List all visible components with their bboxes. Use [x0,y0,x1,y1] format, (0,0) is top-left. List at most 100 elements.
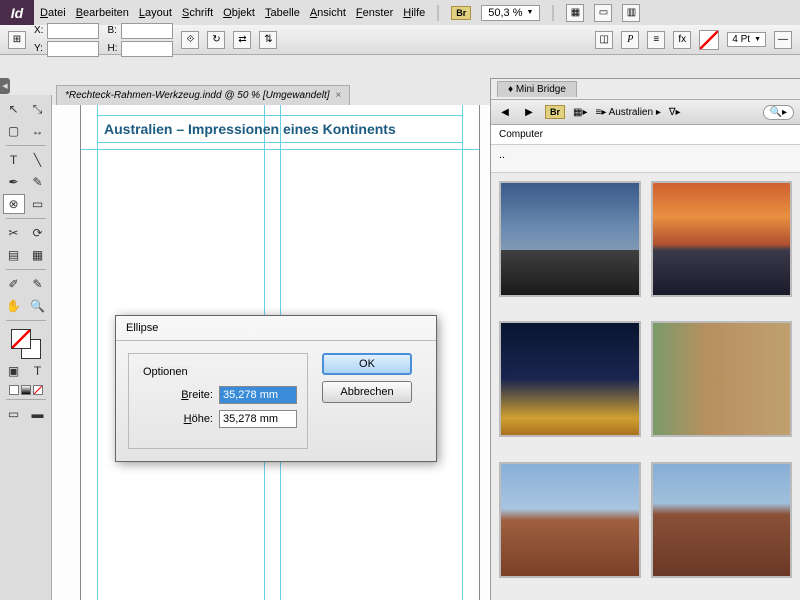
pencil-tool[interactable]: ✎ [27,172,49,192]
dialog-title: Ellipse [116,316,436,341]
hoehe-label: Höhe: [184,413,213,425]
menu-layout[interactable]: Layout [139,7,172,19]
ellipse-frame-tool[interactable]: ⊗ [3,194,25,214]
bridge-toolbar: ◀ ▶ Br ▦▸ ≡▸ Australien ▸ ∇▸ 🔍▸ [491,99,800,125]
gradient-swatch-tool[interactable]: ▤ [3,245,25,265]
breite-label: Breite: [181,389,213,401]
chevron-down-icon: ▼ [527,9,534,16]
apply-gradient-icon[interactable] [21,385,31,395]
x-input[interactable] [47,23,99,39]
effects-icon[interactable]: fx [673,31,691,49]
menu-objekt[interactable]: Objekt [223,7,255,19]
select-container-icon[interactable]: ◫ [595,31,613,49]
thumbnail-grid [491,173,800,600]
breite-input[interactable] [219,386,297,404]
bridge-button[interactable]: Br [451,6,471,20]
guide [462,105,463,600]
transform-tool[interactable]: ⟳ [27,223,49,243]
close-tab-icon[interactable]: × [336,90,342,101]
direct-selection-tool[interactable]: ⤡ [27,99,49,119]
rotate-icon[interactable]: ↻ [207,31,225,49]
view-mode-normal-icon[interactable]: ▭ [3,404,25,424]
menu-bar: Datei Bearbeiten Layout Schrift Objekt T… [34,0,800,25]
eyedropper-tool[interactable]: ✎ [27,274,49,294]
bridge-icon[interactable]: Br [545,105,565,119]
menu-fenster[interactable]: Fenster [356,7,393,19]
fill-stroke-swatch[interactable] [11,329,41,359]
text-format-icon[interactable]: T [27,361,49,381]
selection-tool[interactable]: ↖ [3,99,25,119]
gap-tool[interactable]: ↔ [27,121,49,141]
menu-datei[interactable]: Datei [40,7,66,19]
menu-tabelle[interactable]: Tabelle [265,7,300,19]
note-tool[interactable]: ✐ [3,274,25,294]
zoom-tool[interactable]: 🔍 [27,296,49,316]
menu-hilfe[interactable]: Hilfe [403,7,425,19]
stroke-weight-select[interactable]: 4 Pt▼ [727,32,766,47]
paragraph-icon[interactable]: P [621,31,639,49]
view-mode-preview-icon[interactable]: ▬ [27,404,49,424]
panel-collapse-tab[interactable]: ◀ [0,78,10,94]
view-icon[interactable]: ▦▸ [573,107,587,118]
h-input[interactable] [121,41,173,57]
b-input[interactable] [121,23,173,39]
nav-back-icon[interactable]: ◀ [497,104,513,120]
menu-ansicht[interactable]: Ansicht [310,7,346,19]
search-input[interactable]: 🔍▸ [763,105,794,120]
screen-mode-icon[interactable]: ▭ [594,4,612,22]
y-input[interactable] [47,41,99,57]
flip-v-icon[interactable]: ⇅ [259,31,277,49]
thumbnail[interactable] [499,321,641,437]
panel-tabs: ♦ Mini Bridge [491,79,800,99]
separator [552,5,554,21]
link-icon[interactable]: ⟐ [181,31,199,49]
view-options-icon[interactable]: ▦ [566,4,584,22]
title-frame[interactable]: Australien – Impressionen eines Kontinen… [97,115,463,143]
hand-tool[interactable]: ✋ [3,296,25,316]
apply-none-icon[interactable] [33,385,43,395]
document-tab[interactable]: *Rechteck-Rahmen-Werkzeug.indd @ 50 % [U… [56,85,350,105]
tool-panel: ↖ ⤡ ▢ ↔ T ╲ ✒ ✎ ⊗ ▭ ✂ ⟳ ▤ ▦ ✐ ✎ ✋ 🔍 ▣ T [0,95,52,600]
scissors-tool[interactable]: ✂ [3,223,25,243]
thumbnail[interactable] [499,181,641,297]
stroke-style-icon[interactable]: — [774,31,792,49]
bridge-parent-link[interactable]: .. [491,145,800,173]
nav-forward-icon[interactable]: ▶ [521,104,537,120]
container-format-icon[interactable]: ▣ [3,361,25,381]
type-tool[interactable]: T [3,150,25,170]
options-fieldset: Optionen Breite: Höhe: [128,353,308,449]
rectangle-tool[interactable]: ▭ [27,194,49,214]
gradient-feather-tool[interactable]: ▦ [27,245,49,265]
hoehe-input[interactable] [219,410,297,428]
cancel-button[interactable]: Abbrechen [322,381,412,403]
thumbnail[interactable] [651,321,793,437]
menu-schrift[interactable]: Schrift [182,7,213,19]
breadcrumb[interactable]: ≡▸ Australien ▸ [595,107,660,118]
flip-h-icon[interactable]: ⇄ [233,31,251,49]
ellipse-dialog: Ellipse Optionen Breite: Höhe: OK Abbrec… [115,315,437,462]
mini-bridge-tab[interactable]: ♦ Mini Bridge [497,81,577,97]
pen-tool[interactable]: ✒ [3,172,25,192]
filter-icon[interactable]: ∇▸ [669,107,681,118]
align-icon[interactable]: ≡ [647,31,665,49]
menu-bearbeiten[interactable]: Bearbeiten [76,7,129,19]
guide [97,105,98,600]
app-badge: Id [0,0,34,25]
thumbnail[interactable] [651,462,793,578]
ref-point-icon[interactable]: ⊞ [8,31,26,49]
page-title: Australien – Impressionen eines Kontinen… [104,121,396,137]
thumbnail[interactable] [499,462,641,578]
arrange-docs-icon[interactable]: ▥ [622,4,640,22]
chevron-down-icon: ▼ [754,36,761,43]
page-tool[interactable]: ▢ [3,121,25,141]
fill-none-icon[interactable] [699,30,719,50]
zoom-select[interactable]: 50,3 %▼ [481,5,540,21]
control-bar: ⊞ X: Y: B: H: ⟐ ↻ ⇄ ⇅ ◫ P ≡ fx 4 Pt▼ — [0,25,800,55]
separator [437,5,439,21]
mini-bridge-panel: ♦ Mini Bridge ◀ ▶ Br ▦▸ ≡▸ Australien ▸ … [490,78,800,600]
apply-color-icon[interactable] [9,385,19,395]
line-tool[interactable]: ╲ [27,150,49,170]
bridge-path[interactable]: Computer [491,125,800,145]
thumbnail[interactable] [651,181,793,297]
ok-button[interactable]: OK [322,353,412,375]
